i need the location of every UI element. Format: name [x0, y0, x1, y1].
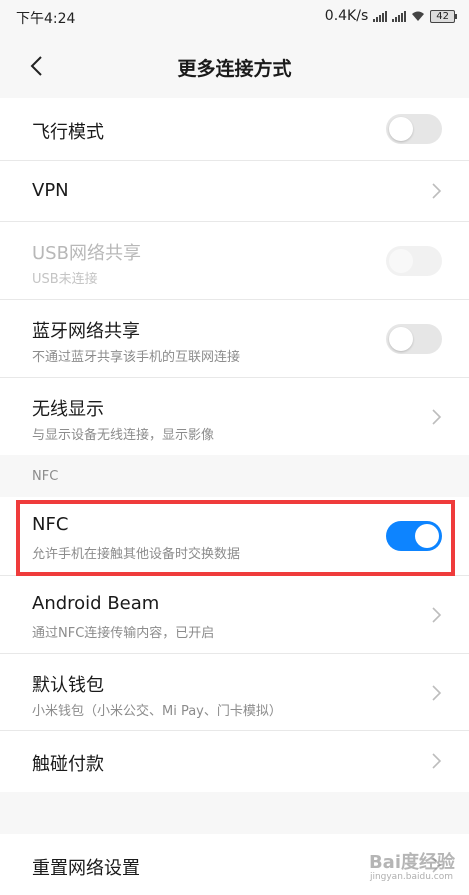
chevron-right-icon [432, 409, 442, 425]
row-title: 重置网络设置 [32, 858, 140, 879]
row-title: Android Beam [32, 593, 160, 614]
settings-group-connections: 飞行模式 VPN USB网络共享 USB未连接 蓝牙网络共享 不通过蓝牙共享该手… [0, 98, 469, 455]
toggle-knob [389, 117, 413, 141]
toggle-knob [389, 249, 413, 273]
row-bluetooth-tethering[interactable]: 蓝牙网络共享 不通过蓝牙共享该手机的互联网连接 [0, 300, 469, 378]
row-subtitle: 通过NFC连接传输内容，已开启 [32, 626, 215, 641]
row-subtitle: 与显示设备无线连接，显示影像 [32, 428, 215, 443]
row-title: 默认钱包 [32, 675, 104, 696]
row-title: NFC [32, 514, 69, 535]
status-time: 下午4:24 [16, 11, 76, 27]
row-title: 飞行模式 [32, 122, 104, 143]
status-bar: 下午4:24 0.4K/s 42 [0, 0, 469, 34]
row-nfc[interactable]: NFC 允许手机在接触其他设备时交换数据 [0, 497, 469, 576]
row-title: VPN [32, 180, 69, 201]
watermark-url: jingyan.baidu.com [369, 872, 453, 882]
chevron-right-icon [432, 607, 442, 623]
toggle-knob [389, 327, 413, 351]
network-speed: 0.4K/s [324, 8, 369, 24]
nfc-toggle[interactable] [386, 521, 442, 551]
battery-level: 42 [436, 10, 449, 22]
row-wireless-display[interactable]: 无线显示 与显示设备无线连接，显示影像 [0, 378, 469, 455]
row-tap-and-pay[interactable]: 触碰付款 [0, 731, 469, 792]
bluetooth-tethering-toggle[interactable] [386, 324, 442, 354]
signal-icon [373, 10, 388, 22]
row-android-beam[interactable]: Android Beam 通过NFC连接传输内容，已开启 [0, 576, 469, 654]
signal-icon [392, 10, 407, 22]
row-title: USB网络共享 [32, 243, 141, 264]
page-title: 更多连接方式 [177, 58, 292, 80]
chevron-right-icon [432, 753, 442, 769]
battery-icon: 42 [430, 9, 457, 23]
row-vpn[interactable]: VPN [0, 161, 469, 222]
chevron-right-icon [432, 183, 442, 199]
row-subtitle: 允许手机在接触其他设备时交换数据 [32, 547, 241, 562]
wifi-icon [412, 11, 425, 21]
airplane-mode-toggle[interactable] [386, 114, 442, 144]
row-subtitle: USB未连接 [32, 272, 98, 287]
settings-group-nfc: NFC 允许手机在接触其他设备时交换数据 Android Beam 通过NFC连… [0, 497, 469, 792]
row-title: 蓝牙网络共享 [32, 321, 140, 342]
watermark-logo: Bai度经验 [368, 852, 455, 873]
row-subtitle: 不通过蓝牙共享该手机的互联网连接 [32, 350, 241, 365]
row-usb-tethering: USB网络共享 USB未连接 [0, 222, 469, 300]
row-title: 无线显示 [32, 399, 104, 420]
chevron-right-icon [432, 685, 442, 701]
row-title: 触碰付款 [32, 754, 104, 775]
header: 更多连接方式 [0, 34, 469, 98]
status-right: 0.4K/s 42 [324, 8, 457, 24]
section-label: NFC [32, 469, 59, 484]
row-airplane-mode[interactable]: 飞行模式 [0, 98, 469, 161]
row-default-wallet[interactable]: 默认钱包 小米钱包（小米公交、Mi Pay、门卡模拟） [0, 654, 469, 731]
section-header-nfc: NFC [0, 455, 469, 497]
toggle-knob [415, 524, 439, 548]
usb-tethering-toggle [386, 246, 442, 276]
row-subtitle: 小米钱包（小米公交、Mi Pay、门卡模拟） [32, 704, 282, 719]
